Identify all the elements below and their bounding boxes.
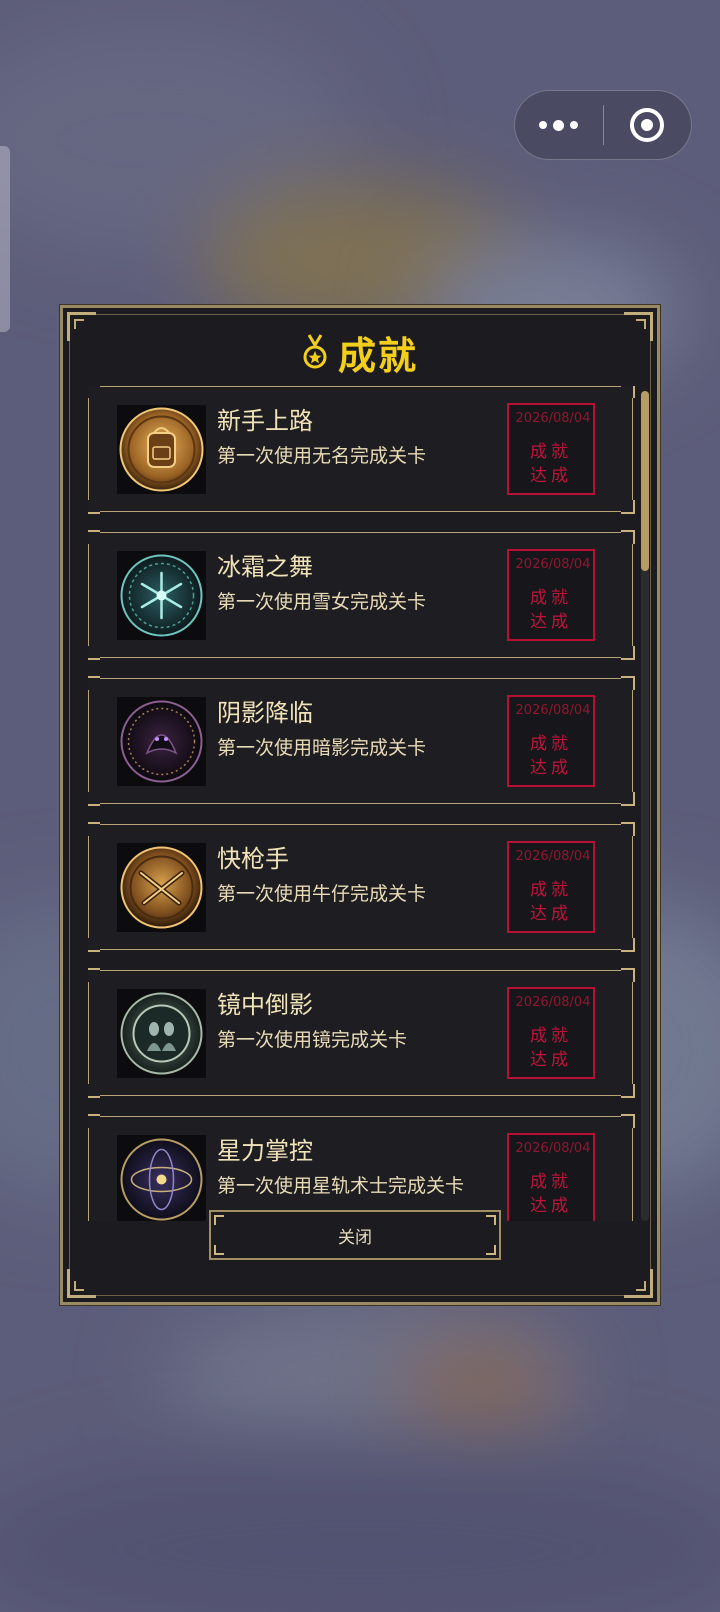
achievement-desc: 第一次使用星轨术士完成关卡: [217, 1175, 465, 1197]
stamp-line2: 达成: [530, 612, 572, 632]
achievement-date: 2026/08/04: [515, 995, 591, 1010]
achievement-card: 镜中倒影 第一次使用镜完成关卡 2026/08/04 成就 达成: [88, 968, 635, 1098]
stamp-line2: 达成: [530, 904, 572, 924]
snowflake-icon: [117, 551, 206, 640]
achievement-date: 2026/08/04: [515, 557, 591, 572]
achievement-card: 星力掌控 第一次使用星轨术士完成关卡 2026/08/04 成就 达成: [88, 1114, 635, 1221]
achievements-dialog: 成就 新手上路 第一次使用无名完成关卡 2026/08/04 成就 达成 冰霜之…: [60, 305, 660, 1305]
close-button-label: 关闭: [338, 1227, 372, 1248]
mirror-twins-icon: [117, 989, 206, 1078]
achievement-list[interactable]: 新手上路 第一次使用无名完成关卡 2026/08/04 成就 达成 冰霜之舞 第…: [88, 386, 641, 1221]
backpack-coin-icon: [117, 405, 206, 494]
frame-corner: [624, 1269, 653, 1298]
achievement-desc: 第一次使用镜完成关卡: [217, 1029, 408, 1051]
crossed-pistols-icon: [117, 843, 206, 932]
achievement-date: 2026/08/04: [515, 1141, 591, 1156]
achievement-name: 冰霜之舞: [217, 553, 313, 581]
achieved-stamp: 2026/08/04 成就 达成: [507, 549, 595, 641]
achievement-desc: 第一次使用牛仔完成关卡: [217, 883, 427, 905]
stamp-line1: 成就: [530, 734, 572, 754]
achievement-card: 新手上路 第一次使用无名完成关卡 2026/08/04 成就 达成: [88, 386, 635, 514]
star-orbit-icon: [117, 1135, 206, 1221]
achieved-stamp: 2026/08/04 成就 达成: [507, 987, 595, 1079]
achieved-stamp: 2026/08/04 成就 达成: [507, 841, 595, 933]
stamp-line1: 成就: [530, 880, 572, 900]
achieved-stamp: 2026/08/04 成就 达成: [507, 1133, 595, 1221]
target-icon: [630, 108, 665, 142]
stamp-line1: 成就: [530, 1026, 572, 1046]
dialog-title: 成就: [337, 333, 418, 378]
stamp-line1: 成就: [530, 1172, 572, 1192]
stamp-line1: 成就: [530, 442, 572, 462]
medal-icon: [303, 334, 327, 369]
achievement-desc: 第一次使用暗影完成关卡: [217, 737, 427, 759]
exit-button[interactable]: [604, 90, 692, 160]
achievement-desc: 第一次使用无名完成关卡: [217, 445, 427, 467]
more-dots-icon: [539, 119, 579, 131]
achievement-desc: 第一次使用雪女完成关卡: [217, 591, 427, 613]
achievement-date: 2026/08/04: [515, 411, 591, 426]
achievement-card: 阴影降临 第一次使用暗影完成关卡 2026/08/04 成就 达成: [88, 676, 635, 806]
achievement-date: 2026/08/04: [515, 703, 591, 718]
edge-handle[interactable]: [0, 146, 10, 332]
frame-corner: [67, 1269, 96, 1298]
shadow-sigil-icon: [117, 697, 206, 786]
stamp-line1: 成就: [530, 588, 572, 608]
stamp-line2: 达成: [530, 1196, 572, 1216]
achievement-card: 冰霜之舞 第一次使用雪女完成关卡 2026/08/04 成就 达成: [88, 530, 635, 660]
stamp-line2: 达成: [530, 1050, 572, 1070]
achievement-date: 2026/08/04: [515, 849, 591, 864]
achieved-stamp: 2026/08/04 成就 达成: [507, 403, 595, 495]
achievement-name: 阴影降临: [217, 699, 313, 727]
stamp-line2: 达成: [530, 758, 572, 778]
achieved-stamp: 2026/08/04 成就 达成: [507, 695, 595, 787]
list-scrollbar[interactable]: [641, 391, 649, 1221]
achievement-name: 镜中倒影: [217, 991, 313, 1019]
close-button[interactable]: 关闭: [209, 1210, 501, 1260]
achievement-name: 星力掌控: [217, 1137, 313, 1165]
dialog-header: 成就: [63, 326, 657, 378]
scrollbar-thumb[interactable]: [641, 391, 649, 571]
achievement-card: 快枪手 第一次使用牛仔完成关卡 2026/08/04 成就 达成: [88, 822, 635, 952]
mini-program-capsule: [514, 90, 692, 160]
more-button[interactable]: [515, 90, 603, 160]
achievement-name: 快枪手: [217, 845, 289, 873]
achievement-name: 新手上路: [217, 407, 313, 435]
stamp-line2: 达成: [530, 466, 572, 486]
